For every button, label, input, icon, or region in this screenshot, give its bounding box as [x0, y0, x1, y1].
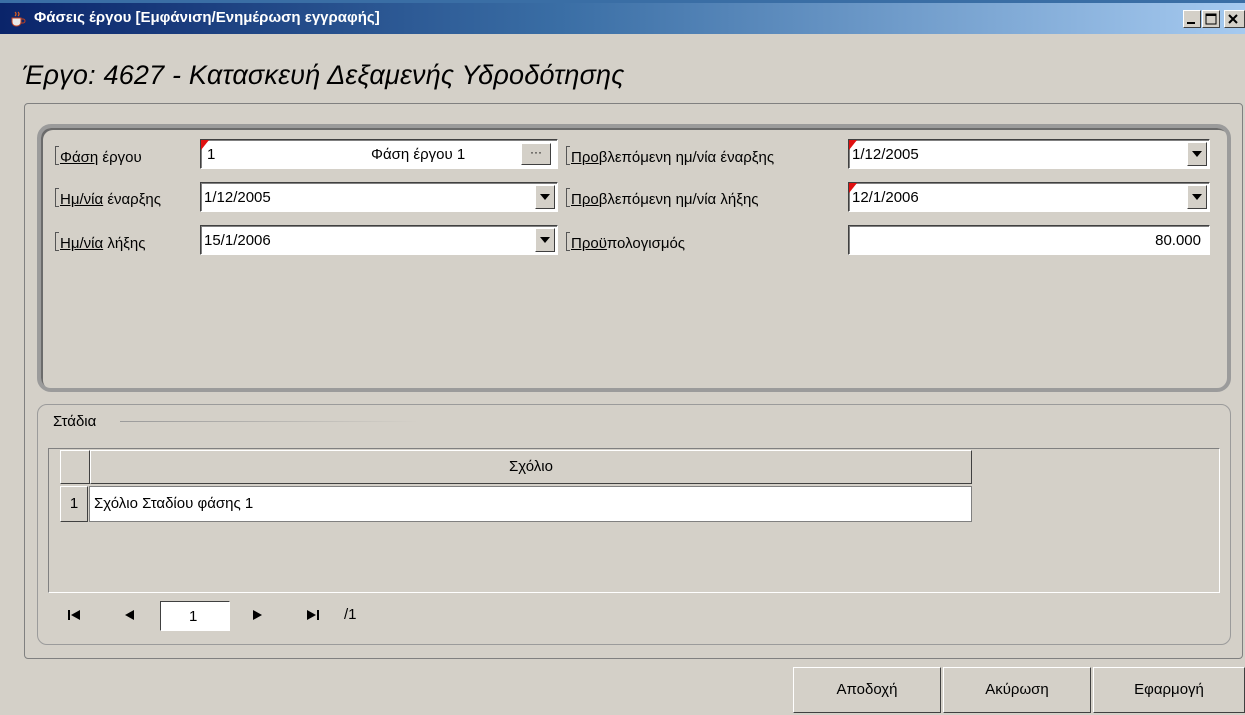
- row-number[interactable]: 1: [60, 486, 88, 522]
- table-row[interactable]: Σχόλιο Σταδίου φάσης 1: [89, 486, 972, 522]
- close-icon[interactable]: [1224, 10, 1245, 28]
- java-cup-icon: [8, 11, 26, 27]
- phase-label: Φάση έργου: [55, 146, 142, 166]
- cancel-button[interactable]: Ακύρωση: [943, 667, 1091, 713]
- section-divider: [120, 421, 420, 422]
- end-date-select[interactable]: 15/1/2006: [200, 225, 558, 255]
- planned-end-label: Προβλεπόμενη ημ/νία λήξης: [566, 188, 759, 208]
- chevron-down-icon[interactable]: [1187, 185, 1207, 209]
- start-date-value: 1/12/2005: [204, 189, 271, 206]
- first-page-icon[interactable]: [68, 608, 82, 625]
- page-total: /1: [344, 606, 357, 623]
- minimize-icon[interactable]: [1183, 10, 1201, 28]
- next-page-icon[interactable]: [251, 608, 263, 625]
- start-date-label: Ημ/νία έναρξης: [55, 188, 161, 208]
- window-titlebar[interactable]: Φάσεις έργου [Εμφάνιση/Ενημέρωση εγγραφή…: [0, 0, 1245, 34]
- phase-code: 1: [207, 146, 216, 163]
- maximize-icon[interactable]: [1202, 10, 1220, 28]
- planned-end-value: 12/1/2006: [852, 189, 919, 206]
- budget-value: 80.000: [1155, 232, 1201, 249]
- stages-section-label: Στάδια: [53, 413, 97, 430]
- phase-description: Φάση έργου 1: [371, 146, 466, 163]
- apply-button[interactable]: Εφαρμογή: [1093, 667, 1245, 713]
- phase-lookup-button[interactable]: ···: [521, 143, 551, 165]
- last-page-icon[interactable]: [306, 608, 320, 625]
- chevron-down-icon[interactable]: [535, 185, 555, 209]
- page-title: Έργο: 4627 - Κατασκευή Δεξαμενής Υδροδότ…: [22, 60, 625, 90]
- start-date-select[interactable]: 1/12/2005: [200, 182, 558, 212]
- end-date-label: Ημ/νία λήξης: [55, 232, 145, 252]
- chevron-down-icon[interactable]: [535, 228, 555, 252]
- phase-field[interactable]: 1 Φάση έργου 1 ···: [200, 139, 558, 169]
- budget-label: Προϋπολογισμός: [566, 232, 685, 252]
- end-date-value: 15/1/2006: [204, 232, 271, 249]
- budget-field[interactable]: 80.000: [848, 225, 1210, 255]
- planned-start-select[interactable]: 1/12/2005: [848, 139, 1210, 169]
- prev-page-icon[interactable]: [124, 608, 136, 625]
- accept-button[interactable]: Αποδοχή: [793, 667, 941, 713]
- pager: 1 /1: [48, 596, 1220, 636]
- chevron-down-icon[interactable]: [1187, 142, 1207, 166]
- column-header-comment[interactable]: Σχόλιο: [90, 450, 972, 484]
- grid-corner-header: [60, 450, 90, 484]
- window-title: Φάσεις έργου [Εμφάνιση/Ενημέρωση εγγραφή…: [34, 9, 380, 26]
- planned-end-select[interactable]: 12/1/2006: [848, 182, 1210, 212]
- page-number-input[interactable]: 1: [160, 601, 230, 631]
- planned-start-label: Προβλεπόμενη ημ/νία έναρξης: [566, 146, 774, 166]
- planned-start-value: 1/12/2005: [852, 146, 919, 163]
